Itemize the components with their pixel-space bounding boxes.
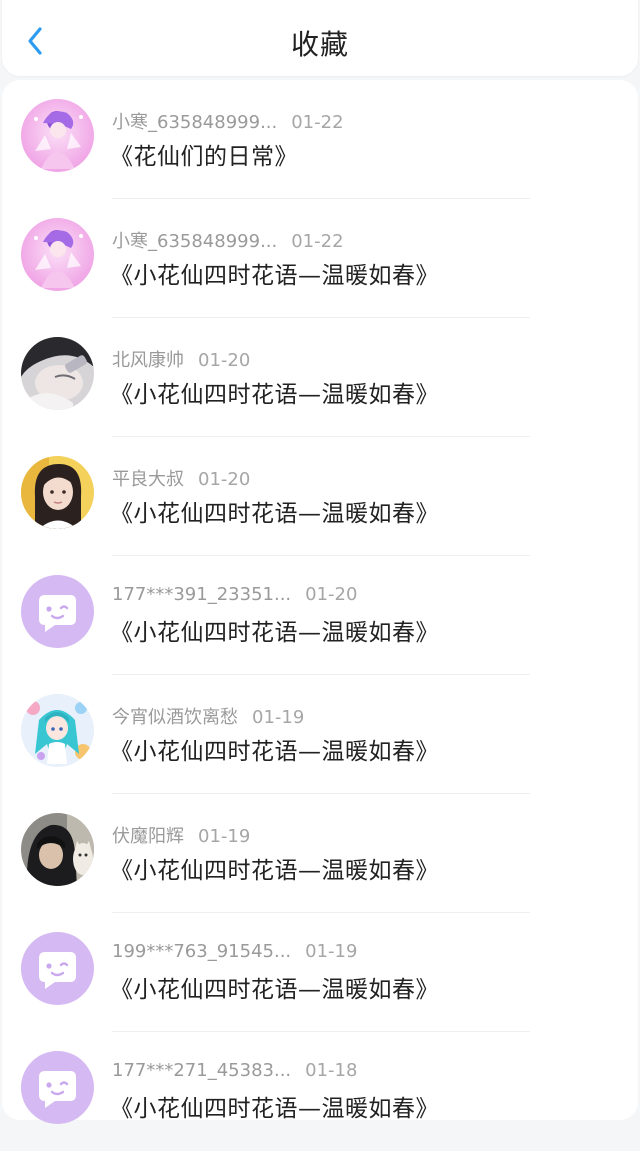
post-title[interactable]: 《小花仙四时花语—温暖如春》	[110, 256, 439, 290]
item-meta: 177***271_45383... 01-18	[112, 1060, 357, 1081]
timestamp: 01-19	[305, 941, 358, 962]
timestamp: 01-19	[252, 707, 305, 728]
favorite-item[interactable]: 199***763_91545... 01-19 《小花仙四时花语—温暖如春》	[2, 913, 638, 1032]
default-avatar-icon	[21, 1051, 94, 1124]
timestamp: 01-20	[198, 350, 251, 371]
favorite-item[interactable]: 177***271_45383... 01-18 《小花仙四时花语—温暖如春》	[2, 1032, 638, 1151]
favorite-item[interactable]: 小寒_635848999... 01-22 《小花仙四时花语—温暖如春》	[2, 199, 638, 318]
item-meta: 小寒_635848999... 01-22	[112, 108, 344, 134]
avatar[interactable]	[21, 218, 94, 291]
avatar[interactable]	[21, 337, 94, 410]
avatar[interactable]	[21, 932, 94, 1005]
default-avatar-icon	[21, 575, 94, 648]
username[interactable]: 今宵似酒饮离愁	[112, 707, 238, 728]
avatar[interactable]	[21, 99, 94, 172]
post-title[interactable]: 《小花仙四时花语—温暖如春》	[110, 375, 439, 409]
timestamp: 01-18	[305, 1060, 358, 1081]
timestamp: 01-22	[291, 231, 344, 252]
username[interactable]: 小寒_635848999...	[112, 231, 277, 252]
item-meta: 伏魔阳辉 01-19	[112, 822, 250, 848]
favorites-list: 小寒_635848999... 01-22 《花仙们的日常》 小寒_6358489…	[2, 80, 638, 1124]
item-meta: 平良大叔 01-20	[112, 465, 250, 491]
username[interactable]: 177***271_45383...	[112, 1060, 291, 1081]
avatar[interactable]	[21, 456, 94, 529]
favorite-item[interactable]: 177***391_23351... 01-20 《小花仙四时花语—温暖如春》	[2, 556, 638, 675]
avatar[interactable]	[21, 813, 94, 886]
top-bar: 收藏	[2, 0, 638, 76]
item-meta: 小寒_635848999... 01-22	[112, 227, 344, 253]
favorite-item[interactable]: 伏魔阳辉 01-19 《小花仙四时花语—温暖如春》	[2, 794, 638, 913]
timestamp: 01-20	[198, 469, 251, 490]
page-title: 收藏	[290, 28, 349, 61]
post-title[interactable]: 《花仙们的日常》	[110, 137, 298, 171]
post-title[interactable]: 《小花仙四时花语—温暖如春》	[110, 613, 439, 647]
username[interactable]: 平良大叔	[112, 469, 184, 490]
username[interactable]: 199***763_91545...	[112, 941, 291, 962]
item-meta: 北风康帅 01-20	[112, 346, 250, 372]
default-avatar-icon	[21, 932, 94, 1005]
post-title[interactable]: 《小花仙四时花语—温暖如春》	[110, 851, 439, 885]
timestamp: 01-19	[198, 826, 251, 847]
avatar[interactable]	[21, 1051, 94, 1124]
favorite-item[interactable]: 今宵似酒饮离愁 01-19 《小花仙四时花语—温暖如春》	[2, 675, 638, 794]
username[interactable]: 伏魔阳辉	[112, 826, 184, 847]
username[interactable]: 北风康帅	[112, 350, 184, 371]
avatar[interactable]	[21, 694, 94, 767]
username[interactable]: 177***391_23351...	[112, 584, 291, 605]
username[interactable]: 小寒_635848999...	[112, 112, 277, 133]
post-title[interactable]: 《小花仙四时花语—温暖如春》	[110, 1089, 439, 1123]
favorite-item[interactable]: 北风康帅 01-20 《小花仙四时花语—温暖如春》	[2, 318, 638, 437]
post-title[interactable]: 《小花仙四时花语—温暖如春》	[110, 970, 439, 1004]
post-title[interactable]: 《小花仙四时花语—温暖如春》	[110, 494, 439, 528]
avatar[interactable]	[21, 575, 94, 648]
item-meta: 177***391_23351... 01-20	[112, 584, 357, 605]
favorite-item[interactable]: 平良大叔 01-20 《小花仙四时花语—温暖如春》	[2, 437, 638, 556]
post-title[interactable]: 《小花仙四时花语—温暖如春》	[110, 732, 439, 766]
item-meta: 今宵似酒饮离愁 01-19	[112, 703, 304, 729]
item-meta: 199***763_91545... 01-19	[112, 941, 357, 962]
timestamp: 01-20	[305, 584, 358, 605]
timestamp: 01-22	[291, 112, 344, 133]
favorite-item[interactable]: 小寒_635848999... 01-22 《花仙们的日常》	[2, 80, 638, 199]
